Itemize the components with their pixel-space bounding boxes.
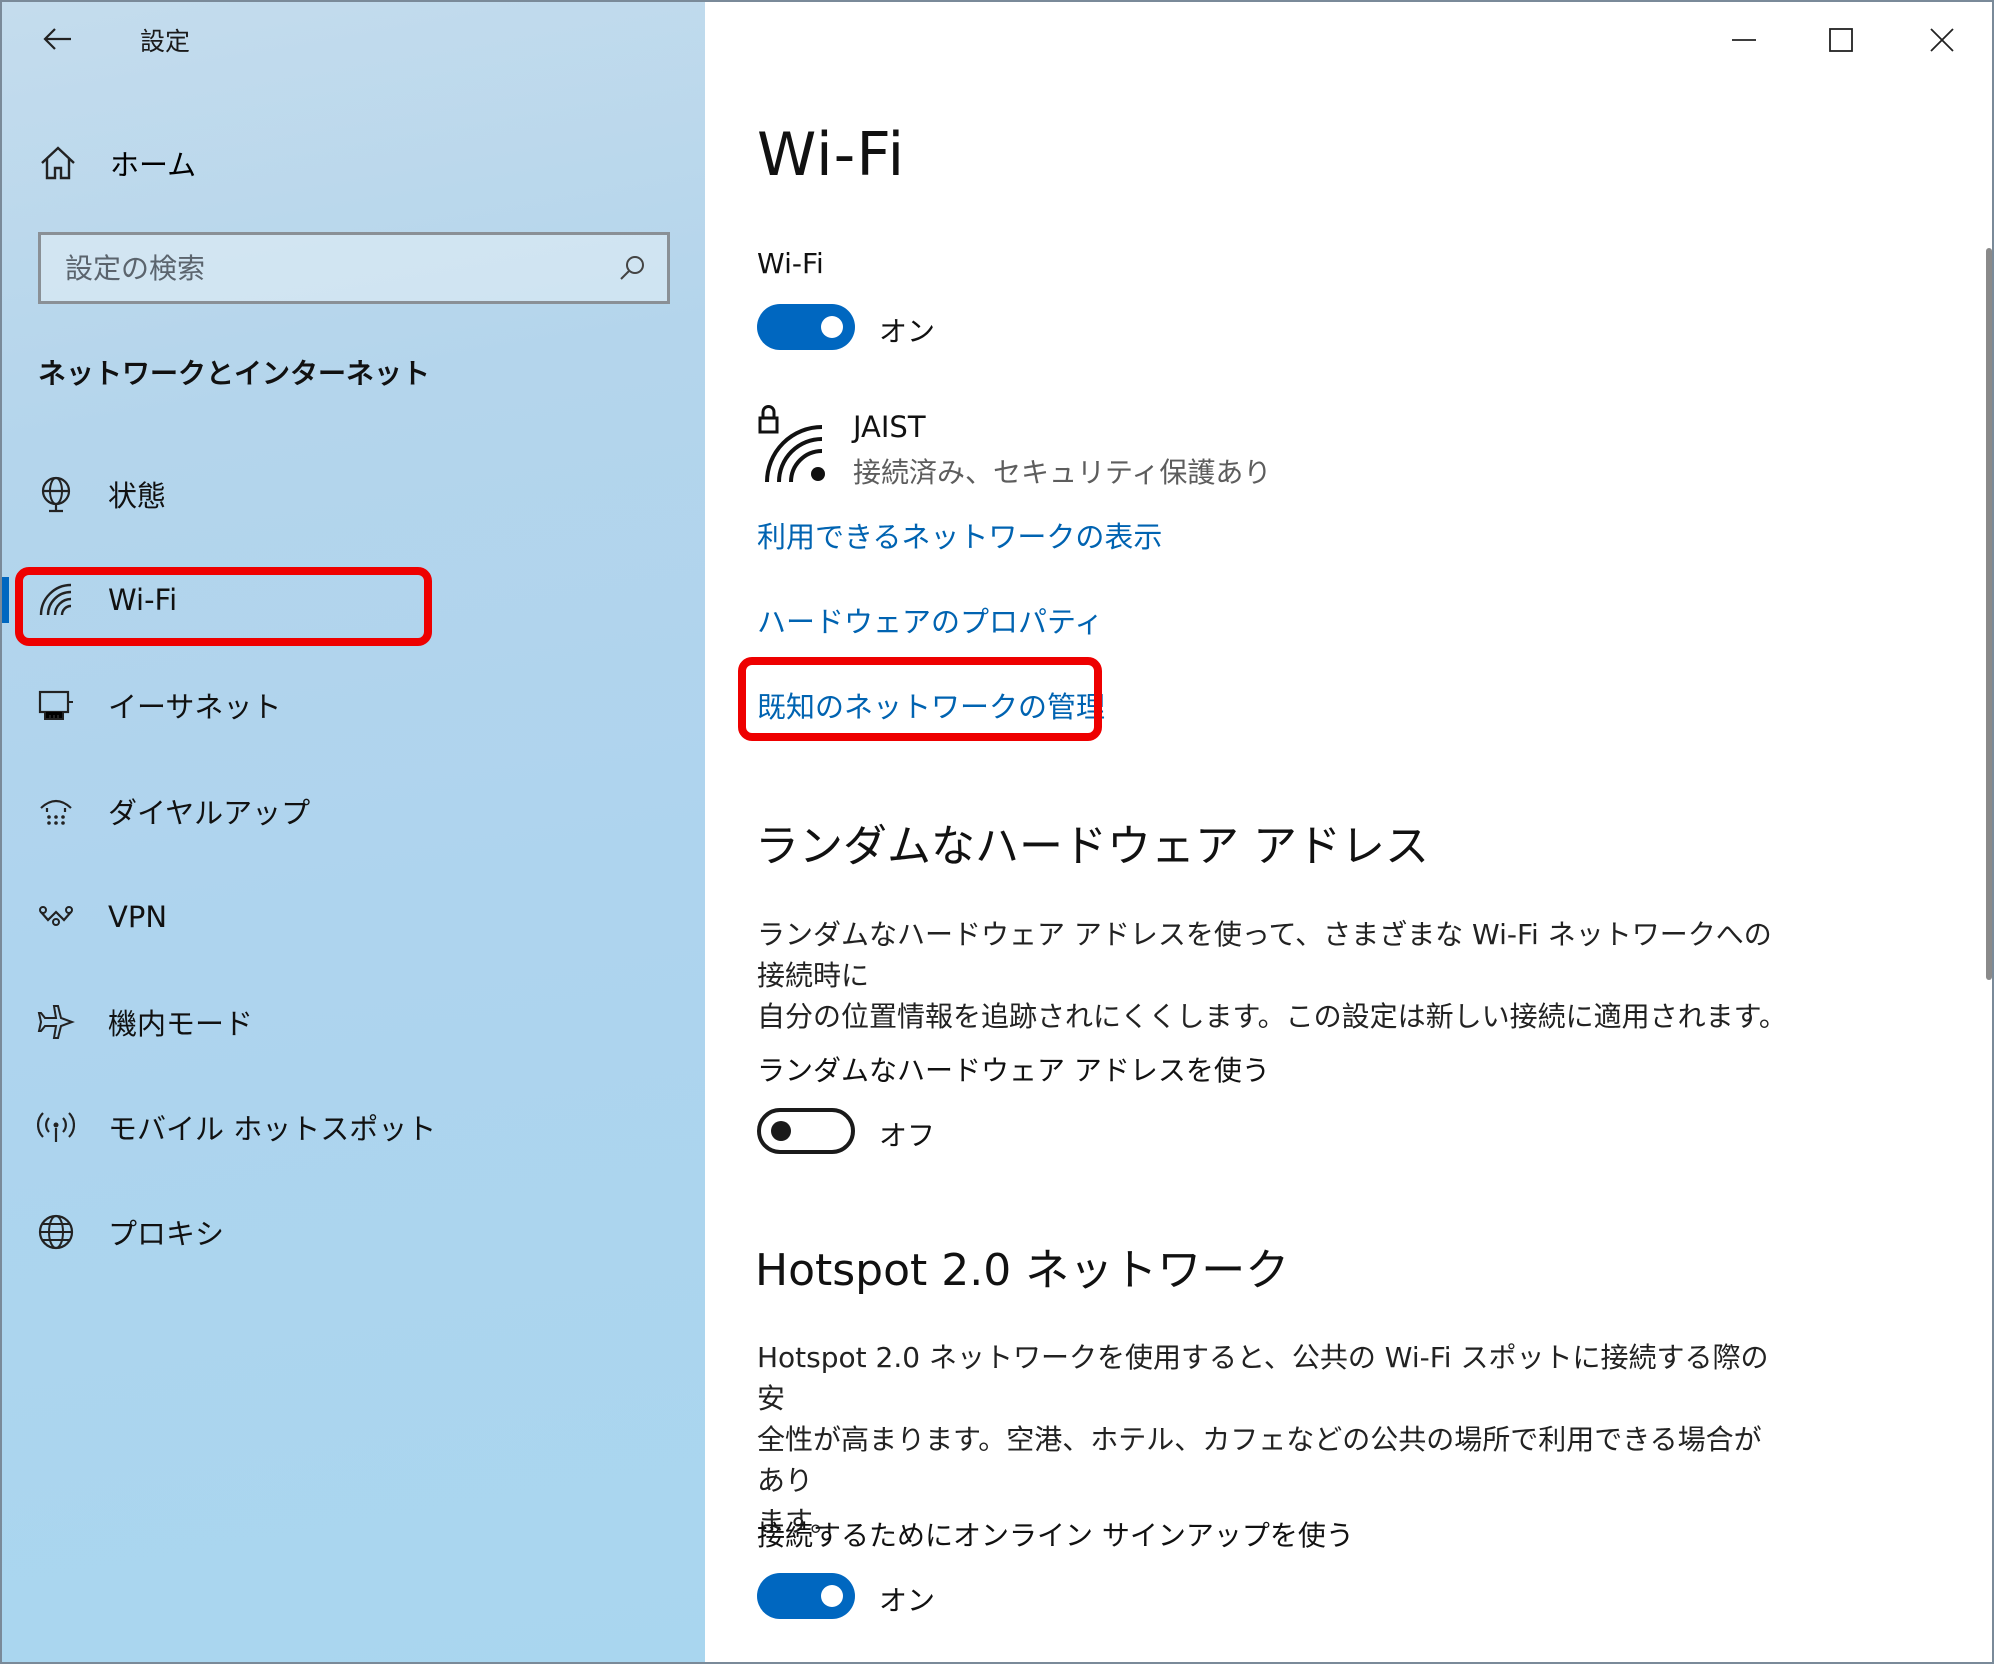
wifi-toggle-state: オン [879,315,936,348]
online-signup-toggle-label: 接続するためにオンライン サインアップを使う [757,1519,1354,1552]
network-name: JAIST [853,410,926,444]
hotspot20-description-line: Hotspot 2.0 ネットワークを使用すると、公共の Wi-Fi スポットに… [757,1341,1769,1415]
sidebar-item-label: ダイヤルアップ [108,796,311,830]
settings-window: 設定 ホーム ネットワークとインターネット [0,0,1994,1664]
toggle-knob [821,316,843,338]
online-signup-toggle-state: オン [879,1584,936,1617]
wifi-toggle-label: Wi-Fi [757,247,824,280]
hotspot20-description: Hotspot 2.0 ネットワークを使用すると、公共の Wi-Fi スポットに… [757,1337,1787,1542]
sidebar-item-label: VPN [108,900,168,934]
search-icon[interactable] [617,253,647,283]
hotspot20-description-line: 全性が高まります。空港、ホテル、カフェなどの公共の場所で利用できる場合があり [757,1423,1762,1497]
known-networks-highlight-box [738,657,1102,741]
dialup-icon [36,791,76,831]
random-hw-toggle-state: オフ [879,1119,936,1152]
toggle-knob [821,1585,843,1607]
network-status: 接続済み、セキュリティ保護あり [853,456,1272,489]
random-hw-toggle[interactable] [757,1108,855,1154]
random-hw-description: ランダムなハードウェア アドレスを使って、さまざまな Wi-Fi ネットワークへ… [757,914,1787,1037]
wifi-highlight-box [15,567,432,646]
sidebar-home-label: ホーム [110,148,197,182]
status-globe-icon [36,474,76,514]
show-available-networks-link[interactable]: 利用できるネットワークの表示 [757,514,1162,556]
sidebar-home[interactable]: ホーム [38,138,196,188]
ethernet-icon [36,685,76,725]
random-hw-description-line: ランダムなハードウェア アドレスを使って、さまざまな Wi-Fi ネットワークへ… [757,918,1772,992]
sidebar-item-label: イーサネット [108,690,282,724]
network-entry-icon [757,402,827,486]
secured-wifi-icon [758,405,825,483]
main-content: Wi-Fi Wi-Fi オン JAIST 接続済み、セキュリティ保護あり 利用で… [705,2,1992,1662]
hotspot20-heading: Hotspot 2.0 ネットワーク [755,1245,1290,1296]
random-hw-heading: ランダムなハードウェア アドレス [755,821,1429,872]
wifi-toggle[interactable] [757,304,855,350]
hardware-properties-link[interactable]: ハードウェアのプロパティ [757,599,1103,641]
globe-icon [36,1212,76,1252]
sidebar-item-hotspot[interactable]: モバイル ホットスポット [2,1090,705,1164]
sidebar-item-dialup[interactable]: ダイヤルアップ [2,774,705,848]
sidebar-item-airplane[interactable]: 機内モード [2,985,705,1059]
sidebar-item-label: プロキシ [108,1217,225,1251]
back-arrow-icon [43,28,71,50]
random-hw-toggle-label: ランダムなハードウェア アドレスを使う [757,1054,1270,1087]
online-signup-toggle[interactable] [757,1573,855,1619]
home-icon [41,146,75,180]
page-title: Wi-Fi [757,120,906,190]
sidebar-item-label: 機内モード [108,1007,254,1041]
sidebar-item-label: モバイル ホットスポット [108,1112,437,1146]
scrollbar-thumb[interactable] [1986,248,1992,980]
sidebar-item-status[interactable]: 状態 [2,457,705,531]
search-input[interactable] [65,251,617,285]
sidebar-item-ethernet[interactable]: イーサネット [2,668,705,742]
sidebar-section-title: ネットワークとインターネット [38,357,431,390]
sidebar: 設定 ホーム ネットワークとインターネット [2,2,705,1662]
app-title: 設定 [140,27,191,56]
sidebar-item-proxy[interactable]: プロキシ [2,1195,705,1269]
random-hw-description-line: 自分の位置情報を追跡されにくくします。この設定は新しい接続に適用されます。 [757,1000,1787,1033]
sidebar-item-vpn[interactable]: VPN [2,880,705,954]
airplane-icon [36,1002,76,1042]
sidebar-item-label: 状態 [108,479,167,513]
search-box[interactable] [38,232,670,304]
hotspot-icon [36,1107,76,1147]
back-button[interactable] [32,16,84,62]
vpn-icon [36,897,76,937]
toggle-knob [771,1121,791,1141]
